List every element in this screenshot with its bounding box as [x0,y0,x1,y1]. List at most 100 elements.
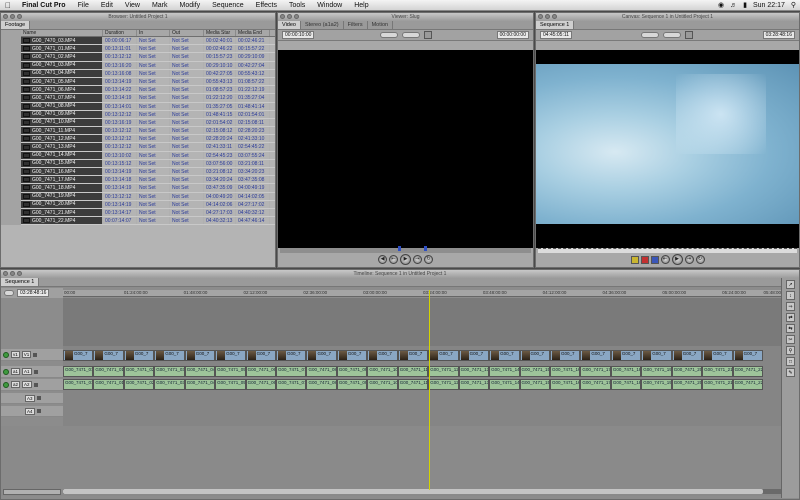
battery-icon[interactable]: ▮ [743,1,747,9]
browser-row[interactable]: G00_7471_10.MP4 00:13:16:19 Not Set Not Set… [21,118,275,128]
browser-row[interactable]: G00_7470_03.MP4 00:00:06:17 Not Set Not Set… [21,37,275,46]
audio-clip-a1[interactable]: G00_7471_12 [428,366,459,377]
browser-row[interactable]: G00_7471_14.MP4 00:13:10:02 Not Set Not Set… [21,151,275,160]
jog-back-icon[interactable]: ◀ [378,255,387,264]
zoom-popup[interactable] [379,32,398,38]
audio-clip-a1[interactable]: G00_7471_10 [367,366,398,377]
view-popup[interactable] [663,32,682,38]
canvas-scrubber[interactable] [538,248,797,253]
tab-motion[interactable]: Motion [368,21,394,29]
video-clip[interactable]: G00_7 [184,350,216,361]
selection-tool-icon[interactable]: ↗ [786,280,795,289]
video-clip[interactable]: G00_7 [519,350,550,361]
mark-in-icon[interactable] [630,255,639,264]
col-out[interactable]: Out [170,30,204,36]
edit-select-tool-icon[interactable]: ↕ [786,291,795,300]
col-name[interactable]: Name [21,30,103,36]
audio-clip-a2[interactable]: G00_7471_01 [63,379,94,390]
playhead[interactable] [429,290,430,490]
close-icon[interactable] [3,14,8,19]
audio-clip-a2[interactable]: G00_7471_22 [732,379,763,390]
tab-sequence-1[interactable]: Sequence 1 [536,21,575,29]
playhead-sync-icon[interactable] [423,31,432,39]
col-duration[interactable]: Duration [103,30,137,36]
lock-icon[interactable] [33,382,38,387]
audio-clip-a1[interactable]: G00_7471_16 [549,366,581,377]
browser-row[interactable]: G00_7471_17.MP4 00:13:14:18 Not Set Not Set… [21,176,275,185]
audio-clip-a1[interactable]: G00_7471_01 [63,366,94,377]
view-popup[interactable] [401,32,420,38]
audio-clip-a1[interactable]: G00_7471_01 [93,366,124,377]
audio-clip-a1[interactable]: G00_7471_15 [519,366,550,377]
viewer-titlebar[interactable]: Viewer: Slug [278,13,533,21]
browser-row[interactable]: G00_7471_01.MP4 00:13:11:01 Not Set Not Set… [21,45,275,54]
browser-row[interactable]: G00_7471_05.MP4 00:13:14:19 Not Set Not Set… [21,77,275,87]
video-clip[interactable]: G00_7 [458,350,490,361]
audio-clip-a1[interactable]: G00_7471_20 [671,366,703,377]
audio-clip-a2[interactable]: G00_7471_14 [489,379,520,390]
source-label-a1[interactable]: a1 [11,368,21,375]
lock-icon[interactable] [33,352,38,357]
track-select-tool-icon[interactable]: ⇒ [786,302,795,311]
loop-icon[interactable]: ↻ [695,255,705,264]
rewind-icon[interactable]: ⇤ [389,255,398,264]
source-label-v1[interactable]: v1 [11,351,20,358]
video-clip[interactable]: G00_7 [702,350,733,361]
render-status-icon[interactable] [685,31,694,39]
audio-clip-a1[interactable]: G00_7471_14 [489,366,520,377]
rewind-icon[interactable]: ⇤ [660,255,670,264]
minimize-icon[interactable] [287,14,292,19]
audio-clip-a2[interactable]: G00_7471_09 [336,379,368,390]
video-clip[interactable]: G00_7 [154,350,185,361]
browser-row[interactable]: G00_7471_06.MP4 00:13:14:22 Not Set Not Set… [21,86,275,95]
tab-sequence-1[interactable]: Sequence 1 [1,278,40,286]
audio-clip-a2[interactable]: G00_7471_07 [276,379,307,390]
timeline-titlebar[interactable]: Timeline: Sequence 1 in Untitled Project… [1,270,799,278]
volume-icon[interactable]: ♬ [730,2,737,9]
video-clip[interactable]: G00_7 [732,350,763,361]
viewer-current-tc[interactable]: 00:00:00:00 [496,31,529,39]
lock-icon[interactable] [33,369,38,374]
track-visibility-icon[interactable] [3,381,9,388]
browser-row[interactable]: G00_7471_09.MP4 00:13:12:12 Not Set Not Set… [21,110,275,119]
browser-row[interactable]: G00_7471_12.MP4 00:13:12:12 Not Set Not Set… [21,135,275,144]
video-clip[interactable]: G00_7 [215,350,246,361]
in-point-marker[interactable] [398,246,401,251]
minimize-icon[interactable] [545,14,550,19]
lock-icon[interactable] [36,396,41,400]
browser-titlebar[interactable]: Browser: Untitled Project 1 [1,13,275,21]
audio-clip-a2[interactable]: G00_7471_06 [245,379,277,390]
canvas-video[interactable] [536,64,799,224]
audio-clip-a1[interactable]: G00_7471_03 [154,366,185,377]
browser-row[interactable]: G00_7471_22.MP4 00:07:14:07 Not Set Not Set… [21,217,275,226]
audio-clip-a1[interactable]: G00_7471_13 [458,366,490,377]
audio-clip-a2[interactable]: G00_7471_16 [549,379,581,390]
browser-row[interactable]: G00_7471_11.MP4 00:13:12:12 Not Set Not Set… [21,127,275,136]
audio-clip-a1[interactable]: G00_7471_19 [641,366,672,377]
source-label-a2[interactable]: a2 [11,381,21,388]
dest-label-v1[interactable]: V1 [21,351,32,358]
crop-tool-icon[interactable]: □ [786,357,795,366]
zoom-slider[interactable] [3,489,61,495]
loop-icon[interactable]: ↻ [424,255,433,264]
forward-icon[interactable]: ⇥ [684,255,694,264]
zoom-icon[interactable] [17,14,22,19]
video-clip[interactable]: G00_7 [610,350,642,361]
zoom-popup[interactable] [641,32,660,38]
apple-icon[interactable]:  [0,1,16,10]
dest-label-a4[interactable]: A4 [25,407,35,415]
viewer-duration-tc[interactable]: 00:00:10:00 [282,31,315,39]
audio-clip-a1[interactable]: G00_7471_11 [397,366,429,377]
audio-clip-a2[interactable]: G00_7471_17 [580,379,611,390]
browser-row[interactable]: G00_7471_07.MP4 00:13:14:19 Not Set Not Set… [21,94,275,103]
browser-row[interactable]: G00_7471_08.MP4 00:13:14:01 Not Set Not Set… [21,102,275,111]
timeline-tracks[interactable]: G00_7 G00_7471_01 G00_7471_01 G00_7 G00_7471… [63,346,781,426]
browser-row[interactable]: G00_7471_15.MP4 00:13:15:12 Not Set Not Set… [21,159,275,168]
audio-clip-a1[interactable]: G00_7471_21 [702,366,733,377]
audio-clip-a2[interactable]: G00_7471_11 [397,379,429,390]
audio-clip-a2[interactable]: G00_7471_21 [702,379,733,390]
video-clip[interactable]: G00_7 [245,350,277,361]
empty-track-area-top[interactable] [63,298,781,346]
menu-app[interactable]: Final Cut Pro [16,2,72,9]
video-clip[interactable]: G00_7 [63,350,94,361]
